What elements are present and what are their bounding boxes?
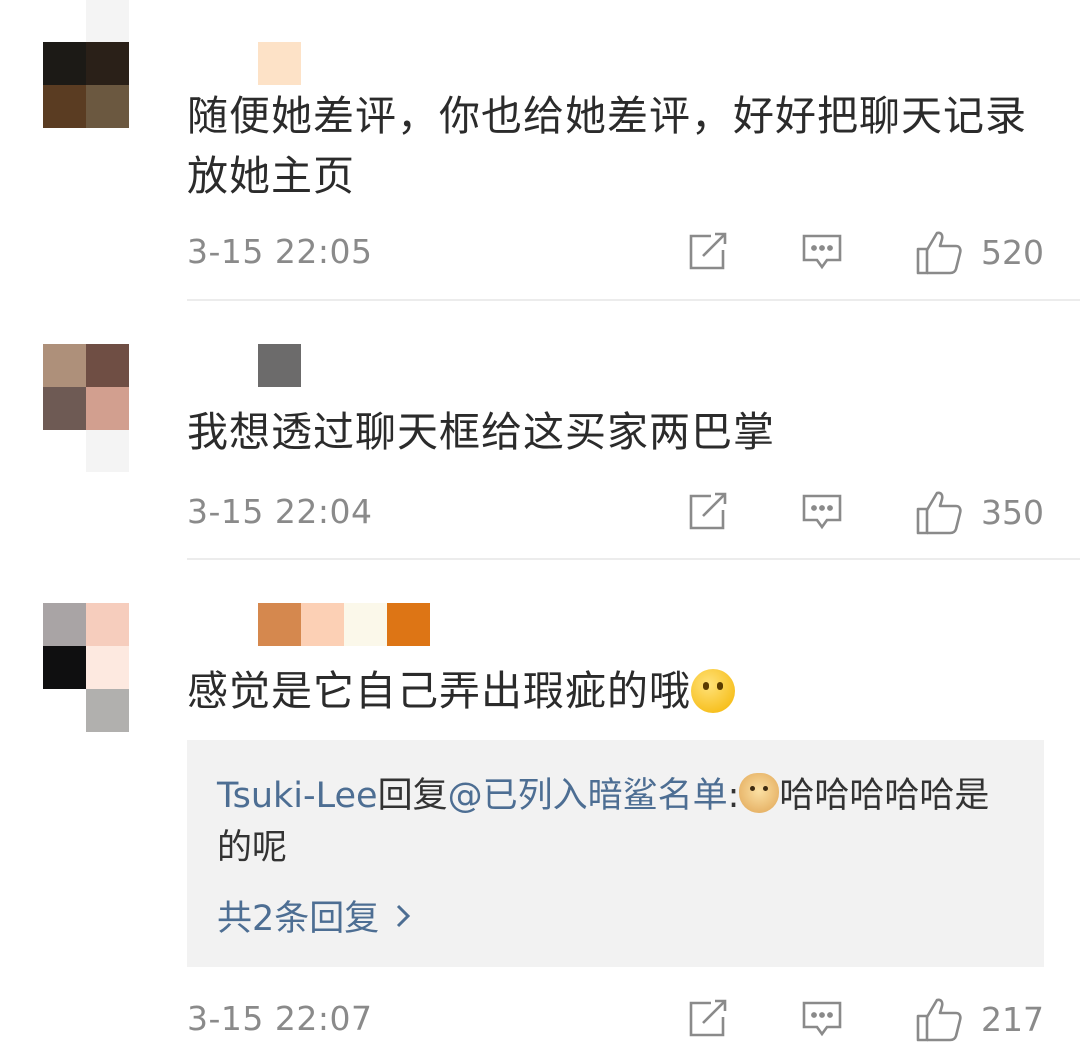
reply-word: 回复 (377, 776, 448, 816)
forward-icon[interactable] (687, 232, 729, 272)
like-count: 350 (981, 492, 1044, 532)
comment-icon[interactable] (801, 999, 843, 1039)
avatar[interactable] (43, 344, 129, 430)
comment-time: 3-15 22:04 (187, 492, 373, 531)
reply-mention[interactable]: @已列入暗鲨名单 (448, 776, 728, 816)
like-button[interactable]: 520 (915, 229, 1044, 275)
username-pixelated[interactable] (258, 603, 430, 646)
comment-text-content: 感觉是它自己弄出瑕疵的哦 (187, 667, 691, 715)
thinking-emoji (691, 669, 735, 713)
divider (187, 299, 1080, 301)
like-count: 520 (981, 232, 1044, 272)
comment-item: 随便她差评，你也给她差评，好好把聊天记录放她主页 3-15 22:05 520 (0, 0, 1080, 301)
comment-item: 我想透过聊天框给这买家两巴掌 3-15 22:04 350 (0, 302, 1080, 560)
thumbs-up-icon (916, 231, 962, 275)
thumbs-up-icon (916, 998, 962, 1042)
comment-icon[interactable] (801, 492, 843, 532)
doge-emoji (739, 773, 780, 813)
comment-text: 感觉是它自己弄出瑕疵的哦 (187, 661, 1047, 721)
view-all-replies-link[interactable]: 共2条回复 (217, 890, 411, 941)
thumbs-up-icon (916, 491, 962, 535)
reply-text: Tsuki-Lee回复@已列入暗鲨名单: 哈哈哈哈哈是的呢 (217, 770, 1017, 874)
comment-list: 随便她差评，你也给她差评，好好把聊天记录放她主页 3-15 22:05 520 … (0, 0, 1080, 1051)
forward-icon[interactable] (687, 999, 729, 1039)
username-pixelated[interactable] (258, 42, 430, 85)
like-count: 217 (981, 999, 1044, 1039)
forward-icon[interactable] (687, 492, 729, 532)
like-button[interactable]: 217 (915, 996, 1044, 1042)
like-button[interactable]: 350 (915, 489, 1044, 535)
chevron-right-icon (397, 904, 411, 927)
total-replies-label: 共2条回复 (217, 899, 380, 939)
reply-preview[interactable]: Tsuki-Lee回复@已列入暗鲨名单: 哈哈哈哈哈是的呢 共2条回复 (187, 740, 1044, 967)
divider (187, 558, 1080, 560)
comment-text: 我想透过聊天框给这买家两巴掌 (187, 408, 775, 456)
username-pixelated[interactable] (258, 344, 430, 387)
reply-username[interactable]: Tsuki-Lee (217, 776, 378, 816)
comment-text: 随便她差评，你也给她差评，好好把聊天记录放她主页 (187, 92, 1027, 200)
comment-icon[interactable] (801, 232, 843, 272)
comment-item: 感觉是它自己弄出瑕疵的哦 Tsuki-Lee回复@已列入暗鲨名单: 哈哈哈哈哈是的… (0, 561, 1080, 1051)
avatar[interactable] (43, 603, 129, 732)
comment-time: 3-15 22:05 (187, 232, 373, 271)
avatar[interactable] (43, 42, 129, 128)
reply-colon: : (727, 776, 740, 816)
comment-time: 3-15 22:07 (187, 999, 373, 1038)
